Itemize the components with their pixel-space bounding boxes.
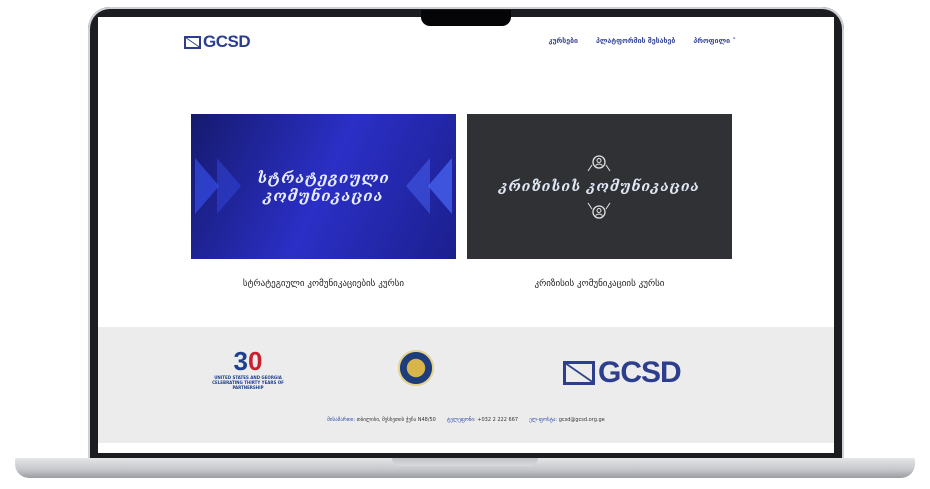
user-cycle-icon (587, 202, 611, 219)
embassy-seal-icon (398, 350, 434, 386)
laptop-base-notch (392, 458, 538, 466)
course-caption-crisis[interactable]: კრიზისის კომუნიკაციის კურსი (467, 279, 732, 289)
phone-value[interactable]: +032 2 222 667 (477, 417, 518, 423)
nav-item-profile[interactable]: პროფილი ˅ (693, 37, 736, 45)
partner-30-number: 30 (233, 346, 263, 376)
browser-screen: GCSD კურსები პლატფორმის შესახებ პროფილი … (98, 17, 834, 453)
course-image-title-line: სტრატეგიული (257, 168, 390, 187)
nav-item-courses[interactable]: კურსები (548, 37, 578, 45)
phone-label: ტელეფონი: (447, 417, 476, 423)
gcsd-logo-icon (563, 361, 595, 385)
course-image-title-line: კომუნიკაცია (263, 186, 384, 205)
partner-30-line2: CELEBRATING THIRTY YEARS OF PARTNERSHIP (212, 380, 284, 390)
footer-logo: GCSD (563, 356, 682, 390)
laptop-mockup: GCSD კურსები პლატფორმის შესახებ პროფილი … (0, 0, 930, 489)
course-card-strategic[interactable]: სტრატეგიული კომუნიკაცია (191, 114, 456, 259)
course-card-crisis[interactable]: კრიზისის კომუნიკაცია (467, 114, 732, 259)
email-label: ელ-ფოსტა: (529, 417, 558, 423)
course-image-title-line: კრიზისის კომუნიკაცია (499, 178, 700, 195)
camera-notch (421, 10, 511, 26)
nav-item-about[interactable]: პლატფორმის შესახებ (596, 37, 675, 45)
course-image-title: სტრატეგიული კომუნიკაცია (191, 169, 456, 205)
course-image-title: კრიზისის კომუნიკაცია (467, 178, 732, 196)
header-logo[interactable]: GCSD (184, 32, 251, 52)
gcsd-logo-icon (184, 35, 201, 49)
footer-logo-text: GCSD (598, 356, 682, 389)
us-georgia-30-logo: 30 UNITED STATES AND GEORGIA CELEBRATING… (208, 347, 288, 390)
email-value[interactable]: gcsd@gcsd.org.ge (559, 417, 605, 423)
main-nav: კურსები პლატფორმის შესახებ პროფილი ˅ (548, 37, 736, 45)
user-cycle-icon (587, 155, 611, 172)
address-label: მისამართი: (327, 417, 356, 423)
header-logo-text: GCSD (203, 32, 251, 51)
address-value: თბილისი, მესხეთის ქუჩა N48/50 (356, 417, 436, 423)
footer-contact: მისამართი: თბილისი, მესხეთის ქუჩა N48/50… (98, 417, 834, 423)
course-caption-strategic[interactable]: სტრატეგიული კომუნიკაციების კურსი (191, 279, 456, 289)
